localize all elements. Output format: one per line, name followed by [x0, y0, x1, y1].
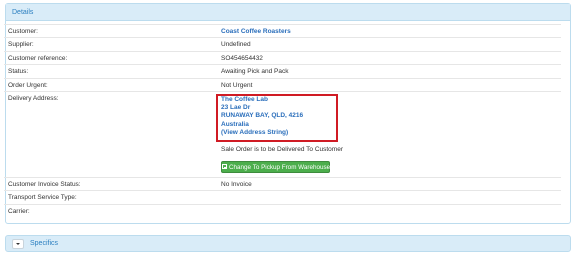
customer-link[interactable]: Coast Coffee Roasters	[221, 28, 291, 35]
detail-label: Status:	[8, 68, 29, 76]
delivery-note: Sale Order is to be Delivered To Custome…	[221, 145, 343, 153]
pickup-icon	[222, 164, 227, 170]
change-to-pickup-label: Change To Pickup From Warehouse	[229, 163, 331, 171]
detail-label: Customer:	[8, 28, 38, 35]
specifics-label[interactable]: Specifics	[30, 236, 58, 252]
detail-label: Customer reference:	[8, 54, 68, 62]
detail-row-supplier: Supplier: Undefined	[4, 37, 561, 50]
change-to-pickup-button[interactable]: Change To Pickup From Warehouse	[221, 160, 331, 173]
detail-value: SO454654432	[221, 54, 263, 62]
address-line: RUNAWAY BAY, QLD, 4216	[221, 112, 304, 120]
chevron-down-icon[interactable]	[12, 239, 24, 249]
delivery-address: The Coffee Lab 23 Lae Dr RUNAWAY BAY, QL…	[221, 96, 303, 137]
details-rows: Customer: Coast Coffee Roasters Supplier…	[4, 24, 561, 217]
address-line: Australia	[221, 120, 249, 128]
detail-label: Supplier:	[8, 41, 34, 49]
detail-value: No Invoice	[221, 180, 252, 188]
address-line: 23 Lae Dr	[221, 104, 251, 112]
detail-row-carrier: Carrier:	[4, 203, 561, 217]
detail-label: Carrier:	[8, 207, 30, 215]
address-line: The Coffee Lab	[221, 95, 268, 103]
detail-value: Not Urgent	[221, 81, 253, 89]
detail-label: Transport Service Type:	[8, 194, 77, 202]
specifics-panel[interactable]: Specifics	[5, 235, 571, 252]
detail-row-status: Status: Awaiting Pick and Pack	[4, 64, 561, 77]
detail-value: Undefined	[221, 41, 251, 49]
detail-label: Customer Invoice Status:	[8, 180, 81, 188]
detail-row-order-urgent: Order Urgent: Not Urgent	[4, 77, 561, 91]
detail-row-delivery-address: Delivery Address: The Coffee Lab 23 Lae …	[4, 90, 561, 177]
detail-row-customer: Customer: Coast Coffee Roasters	[4, 24, 561, 37]
detail-row-transport-service-type: Transport Service Type:	[4, 190, 561, 203]
detail-value: Awaiting Pick and Pack	[221, 68, 289, 76]
view-address-string-link[interactable]: (View Address String)	[221, 129, 303, 137]
details-heading: Details	[6, 4, 570, 21]
detail-label: Delivery Address:	[8, 94, 59, 102]
detail-row-customer-reference: Customer reference: SO454654432	[4, 50, 561, 64]
detail-row-invoice-status: Customer Invoice Status: No Invoice	[4, 176, 561, 190]
detail-label: Order Urgent:	[8, 81, 48, 89]
